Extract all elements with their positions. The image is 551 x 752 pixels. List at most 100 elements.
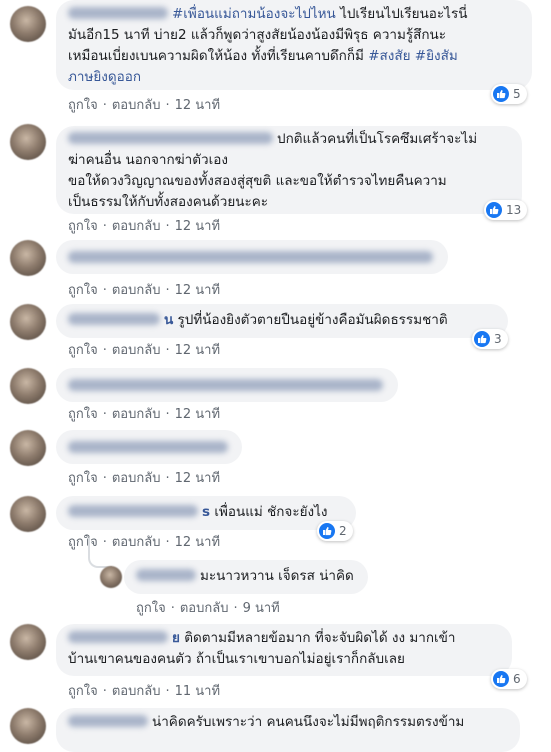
comment-line: เหมือนเบี่ยงเบนความผิดให้น้อง ทั้งที่เรี…: [68, 48, 458, 64]
like-button[interactable]: ถูกใจ: [68, 98, 98, 113]
reply-button[interactable]: ตอบกลับ: [112, 535, 161, 550]
like-button[interactable]: ถูกใจ: [68, 471, 98, 486]
avatar[interactable]: [10, 304, 46, 340]
like-reaction-icon: [486, 202, 502, 218]
like-button[interactable]: ถูกใจ: [136, 601, 166, 616]
timestamp[interactable]: 12 นาที: [175, 471, 220, 486]
reply-button[interactable]: ตอบกลับ: [112, 219, 161, 234]
comment-actions: ถูกใจ · ตอบกลับ · 12 นาที: [68, 339, 220, 360]
reaction-count[interactable]: 2: [317, 521, 353, 541]
comment-bubble: มะนาวหวาน เจ็ดรส น่าคิด: [124, 560, 368, 594]
comment-actions: ถูกใจ · ตอบกลับ · 12 นาที: [68, 94, 220, 115]
reply-button[interactable]: ตอบกลับ: [112, 684, 161, 699]
comment-text: ปกติแล้วคนที่เป็นโรคซึมเศร้าจะไม่: [277, 131, 478, 147]
separator: ·: [233, 601, 238, 616]
timestamp[interactable]: 11 นาที: [175, 684, 220, 699]
commenter-name[interactable]: [68, 715, 148, 727]
reaction-count-text: 5: [513, 87, 521, 101]
comment-actions: ถูกใจ · ตอบกลับ · 9 นาที: [136, 597, 280, 618]
comment-actions: ถูกใจ · ตอบกลับ · 11 นาที: [68, 680, 220, 701]
timestamp[interactable]: 12 นาที: [175, 98, 220, 113]
avatar[interactable]: [10, 124, 46, 160]
like-reaction-icon: [474, 331, 490, 347]
timestamp[interactable]: 12 นาที: [175, 219, 220, 234]
comment-bubble: ปกติแล้วคนที่เป็นโรคซึมเศร้าจะไม่ ฆ่าคนอ…: [56, 126, 522, 214]
reply-button[interactable]: ตอบกลับ: [180, 601, 229, 616]
hashtag-link[interactable]: ภาษยิงดูออก: [68, 69, 141, 85]
commenter-name-tail[interactable]: ย: [172, 630, 180, 646]
comment-text: ไปเรียนไปเรียนอะไรนี่: [335, 6, 468, 22]
commenter-name[interactable]: [68, 441, 228, 453]
like-reaction-icon: [319, 523, 335, 539]
commenter-name[interactable]: [68, 631, 168, 643]
timestamp[interactable]: 12 นาที: [175, 283, 220, 298]
commenter-name[interactable]: [136, 569, 196, 581]
comment-line: ขอให้ดวงวิญญาณของทั้งสองสู่สุขติ และขอให…: [68, 173, 447, 189]
like-reaction-icon: [493, 86, 509, 102]
avatar[interactable]: [10, 368, 46, 404]
commenter-name[interactable]: [68, 505, 198, 517]
separator: ·: [165, 471, 170, 486]
comment-text: เหมือนเบี่ยงเบนความผิดให้น้อง ทั้งที่เรี…: [68, 48, 369, 64]
like-button[interactable]: ถูกใจ: [68, 407, 98, 422]
commenter-name[interactable]: [68, 251, 433, 263]
reply-button[interactable]: ตอบกลับ: [112, 471, 161, 486]
separator: ·: [102, 98, 107, 113]
like-button[interactable]: ถูกใจ: [68, 219, 98, 234]
like-button[interactable]: ถูกใจ: [68, 283, 98, 298]
comment-actions: ถูกใจ · ตอบกลับ · 12 นาที: [68, 215, 220, 236]
avatar[interactable]: [10, 624, 46, 660]
commenter-name[interactable]: [68, 313, 160, 325]
like-button[interactable]: ถูกใจ: [68, 684, 98, 699]
separator: ·: [170, 601, 175, 616]
timestamp[interactable]: 12 นาที: [175, 343, 220, 358]
reply-button[interactable]: ตอบกลับ: [112, 283, 161, 298]
comment-line: #เพื่อนแม่ถามน้องจะไปไหน ไปเรียนไปเรียนอ…: [172, 6, 467, 22]
hashtag-link[interactable]: #สงสัย #ยิงสัม: [368, 48, 458, 64]
timestamp[interactable]: 12 นาที: [175, 407, 220, 422]
comment-text: น่าคิดครับเพราะว่า คนคนนึงจะไม่มีพฤติกรร…: [152, 714, 465, 730]
avatar[interactable]: [100, 566, 122, 588]
separator: ·: [165, 684, 170, 699]
reaction-count[interactable]: 6: [491, 669, 527, 689]
separator: ·: [102, 684, 107, 699]
commenter-name-tail[interactable]: น: [164, 312, 173, 328]
reaction-count-text: 2: [339, 524, 347, 538]
reaction-count[interactable]: 13: [484, 200, 528, 220]
separator: ·: [102, 471, 107, 486]
avatar[interactable]: [10, 6, 46, 42]
reply-button[interactable]: ตอบกลับ: [112, 407, 161, 422]
commenter-name[interactable]: [68, 379, 383, 391]
comment-bubble: น่าคิดครับเพราะว่า คนคนนึงจะไม่มีพฤติกรร…: [56, 708, 520, 752]
reaction-count-text: 6: [513, 672, 521, 686]
commenter-name[interactable]: [68, 132, 273, 144]
separator: ·: [165, 98, 170, 113]
timestamp[interactable]: 9 นาที: [243, 601, 280, 616]
comment-text: รูปที่น้องยิงตัวตายปืนอยู่ข้างคือมันผิดธ…: [177, 312, 448, 328]
separator: ·: [165, 219, 170, 234]
reaction-count-text: 13: [506, 203, 522, 217]
reaction-count[interactable]: 3: [472, 329, 508, 349]
reaction-count[interactable]: 5: [491, 84, 527, 104]
commenter-name-tail[interactable]: s: [202, 504, 210, 520]
comment-line: บ้านเขาคนของคนตัว ถ้าเป็นเราเขาบอกไม่อยู…: [68, 651, 405, 667]
comment-bubble: ย ติดตามมีหลายข้อมาก ที่จะจับผิดได้ งง ม…: [56, 624, 512, 676]
timestamp[interactable]: 12 นาที: [175, 535, 220, 550]
comment-text: มะนาวหวาน เจ็ดรส น่าคิด: [200, 568, 354, 584]
comment-line: ฆ่าคนอื่น นอกจากฆ่าตัวเอง: [68, 152, 228, 168]
avatar[interactable]: [10, 430, 46, 466]
reply-button[interactable]: ตอบกลับ: [112, 343, 161, 358]
separator: ·: [165, 407, 170, 422]
separator: ·: [102, 407, 107, 422]
comment-actions: ถูกใจ · ตอบกลับ · 12 นาที: [68, 403, 220, 424]
comment-line: เป็นธรรมให้กับทั้งสองคนด้วยนะคะ: [68, 194, 268, 210]
comment-actions: ถูกใจ · ตอบกลับ · 12 นาที: [68, 279, 220, 300]
avatar[interactable]: [10, 240, 46, 276]
commenter-name[interactable]: [68, 7, 168, 19]
reply-button[interactable]: ตอบกลับ: [112, 98, 161, 113]
avatar[interactable]: [10, 496, 46, 532]
hashtag-link[interactable]: #เพื่อนแม่ถามน้องจะไปไหน: [172, 6, 336, 22]
comment-actions: ถูกใจ · ตอบกลับ · 12 นาที: [68, 467, 220, 488]
comment-line: มันอีก15 นาที บ่าย2 แล้วก็พูดว่าสูงสัยน้…: [68, 27, 447, 43]
like-button[interactable]: ถูกใจ: [68, 343, 98, 358]
